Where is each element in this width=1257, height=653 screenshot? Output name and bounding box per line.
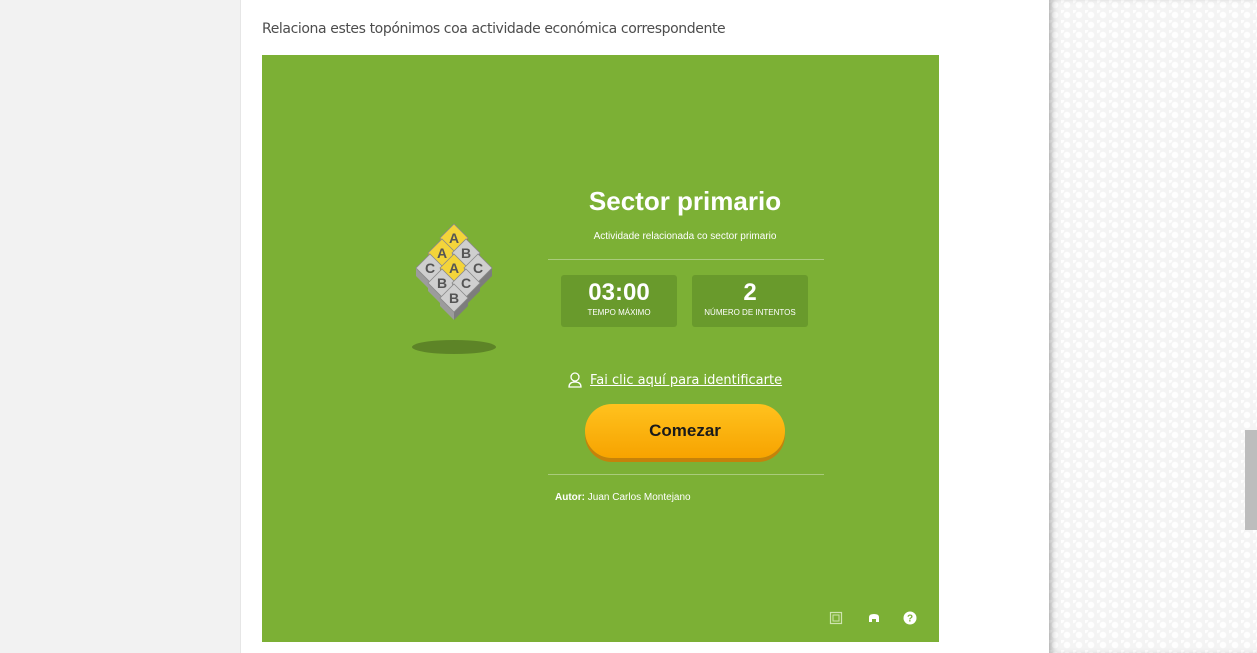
time-limit-value: 03:00 bbox=[588, 279, 650, 306]
embed-icon[interactable] bbox=[867, 611, 881, 625]
logo-tile-letter: A bbox=[449, 230, 459, 246]
scrollbar-thumb[interactable] bbox=[1245, 430, 1257, 530]
start-button[interactable]: Comezar bbox=[585, 404, 785, 458]
logo-tile-letter: C bbox=[425, 260, 435, 276]
svg-text:?: ? bbox=[907, 614, 913, 625]
attempts-box: 2 NÚMERO DE INTENTOS bbox=[692, 275, 808, 327]
logo-tile-letter: C bbox=[473, 260, 483, 276]
right-sidebar bbox=[1049, 0, 1257, 653]
logo-tile-letter: B bbox=[437, 275, 447, 291]
attempts-label: NÚMERO DE INTENTOS bbox=[704, 308, 796, 317]
abc-cube-logo: AA BC A CB CB bbox=[412, 223, 496, 354]
fullscreen-icon[interactable] bbox=[829, 611, 843, 625]
author-label: Autor: bbox=[555, 492, 585, 503]
logo-tile-letter: B bbox=[461, 245, 471, 261]
login-link-text[interactable]: Fai clic aquí para identificarte bbox=[590, 373, 782, 388]
login-link[interactable]: Fai clic aquí para identificarte bbox=[568, 370, 782, 390]
logo-tile-letter: A bbox=[449, 260, 459, 276]
activity-title: Sector primario bbox=[588, 186, 782, 216]
time-limit-label: TEMPO MÁXIMO bbox=[587, 308, 651, 317]
user-icon bbox=[568, 372, 582, 388]
logo-tile-letter: C bbox=[461, 275, 471, 291]
divider-bottom bbox=[548, 474, 824, 475]
activity-frame: AABCACBCB Sector primario Actividade rel… bbox=[262, 55, 939, 642]
logo-tiles: AA BC A CB CB bbox=[415, 223, 493, 320]
time-limit-box: 03:00 TEMPO MÁXIMO bbox=[561, 275, 677, 327]
attempts-value: 2 bbox=[743, 279, 757, 306]
author-name: Juan Carlos Montejano bbox=[587, 492, 691, 503]
divider-top bbox=[548, 259, 824, 260]
author-line: Autor: Juan Carlos Montejano bbox=[555, 492, 691, 503]
logo-tile-letter: B bbox=[449, 290, 459, 306]
logo-tile-letter: A bbox=[437, 245, 447, 261]
help-icon[interactable]: ? bbox=[903, 611, 917, 625]
activity-instruction: Relaciona estes topónimos coa actividade… bbox=[262, 21, 726, 37]
left-gutter bbox=[0, 0, 240, 653]
activity-subtitle: Actividade relacionada co sector primari… bbox=[593, 231, 777, 242]
